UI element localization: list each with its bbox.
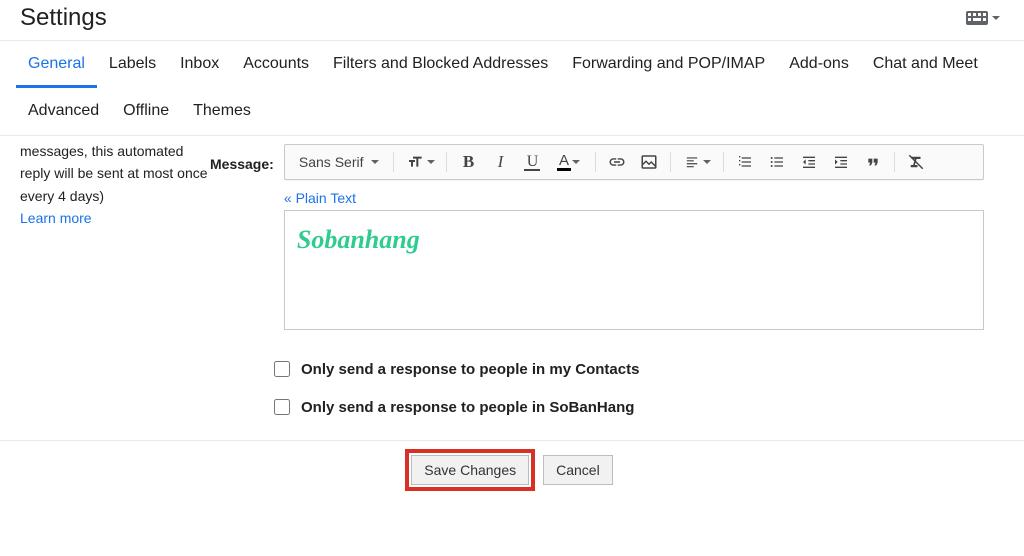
settings-tabs: General Labels Inbox Accounts Filters an…	[0, 41, 1024, 136]
font-size-icon	[406, 154, 424, 170]
separator	[595, 152, 596, 172]
chevron-down-icon	[703, 160, 711, 164]
remove-formatting-button[interactable]	[901, 149, 931, 175]
quote-button[interactable]	[858, 149, 888, 175]
tab-addons[interactable]: Add-ons	[777, 41, 861, 88]
footer-actions: Save Changes Cancel	[0, 440, 1024, 499]
tab-inbox[interactable]: Inbox	[168, 41, 231, 88]
domain-only-label[interactable]: Only send a response to people in SoBanH…	[301, 399, 634, 416]
domain-only-checkbox[interactable]	[274, 399, 290, 415]
chevron-down-icon	[572, 160, 580, 164]
indent-more-icon	[832, 154, 850, 170]
cancel-button[interactable]: Cancel	[543, 455, 613, 485]
signature-text: Sobanhang	[297, 225, 420, 254]
plain-text-link[interactable]: « Plain Text	[284, 190, 356, 206]
remove-format-icon	[907, 153, 925, 171]
learn-more-link[interactable]: Learn more	[20, 210, 92, 226]
bold-button[interactable]: B	[453, 149, 483, 175]
link-button[interactable]	[602, 149, 632, 175]
page-title: Settings	[20, 4, 107, 32]
chevron-down-icon	[427, 160, 435, 164]
separator	[393, 152, 394, 172]
separator	[446, 152, 447, 172]
tab-filters[interactable]: Filters and Blocked Addresses	[321, 41, 560, 88]
align-left-icon	[684, 155, 700, 169]
contacts-only-label[interactable]: Only send a response to people in my Con…	[301, 361, 639, 378]
image-button[interactable]	[634, 149, 664, 175]
chevron-down-icon	[371, 160, 379, 164]
italic-button[interactable]: I	[485, 149, 515, 175]
keyboard-icon	[966, 11, 988, 25]
align-button[interactable]	[677, 149, 717, 175]
indent-less-icon	[800, 154, 818, 170]
tab-forwarding[interactable]: Forwarding and POP/IMAP	[560, 41, 777, 88]
text-color-button[interactable]: A	[549, 149, 589, 175]
tab-advanced[interactable]: Advanced	[16, 88, 111, 135]
bulleted-list-icon	[768, 154, 786, 170]
input-tools-button[interactable]	[962, 9, 1004, 27]
bulleted-list-button[interactable]	[762, 149, 792, 175]
font-size-button[interactable]	[400, 149, 440, 175]
font-family-label: Sans Serif	[299, 154, 364, 170]
tab-offline[interactable]: Offline	[111, 88, 181, 135]
tab-chat[interactable]: Chat and Meet	[861, 41, 990, 88]
link-icon	[608, 153, 626, 171]
save-button[interactable]: Save Changes	[411, 455, 529, 485]
indent-less-button[interactable]	[794, 149, 824, 175]
separator	[670, 152, 671, 172]
numbered-list-icon	[736, 154, 754, 170]
font-family-button[interactable]: Sans Serif	[291, 150, 388, 174]
tab-labels[interactable]: Labels	[97, 41, 168, 88]
chevron-down-icon	[992, 16, 1000, 20]
underline-button[interactable]: U	[517, 149, 547, 175]
tab-general[interactable]: General	[16, 41, 97, 88]
quote-icon	[864, 154, 882, 170]
numbered-list-button[interactable]	[730, 149, 760, 175]
separator	[894, 152, 895, 172]
indent-more-button[interactable]	[826, 149, 856, 175]
separator	[723, 152, 724, 172]
tab-themes[interactable]: Themes	[181, 88, 263, 135]
contacts-only-checkbox[interactable]	[274, 361, 290, 377]
tab-accounts[interactable]: Accounts	[231, 41, 321, 88]
message-editor[interactable]: Sobanhang	[284, 210, 984, 330]
message-label: Message:	[210, 144, 280, 172]
color-indicator	[557, 168, 571, 171]
vacation-description: messages, this automated reply will be s…	[20, 143, 208, 204]
image-icon	[640, 153, 658, 171]
editor-toolbar: Sans Serif B I U A	[284, 144, 984, 180]
